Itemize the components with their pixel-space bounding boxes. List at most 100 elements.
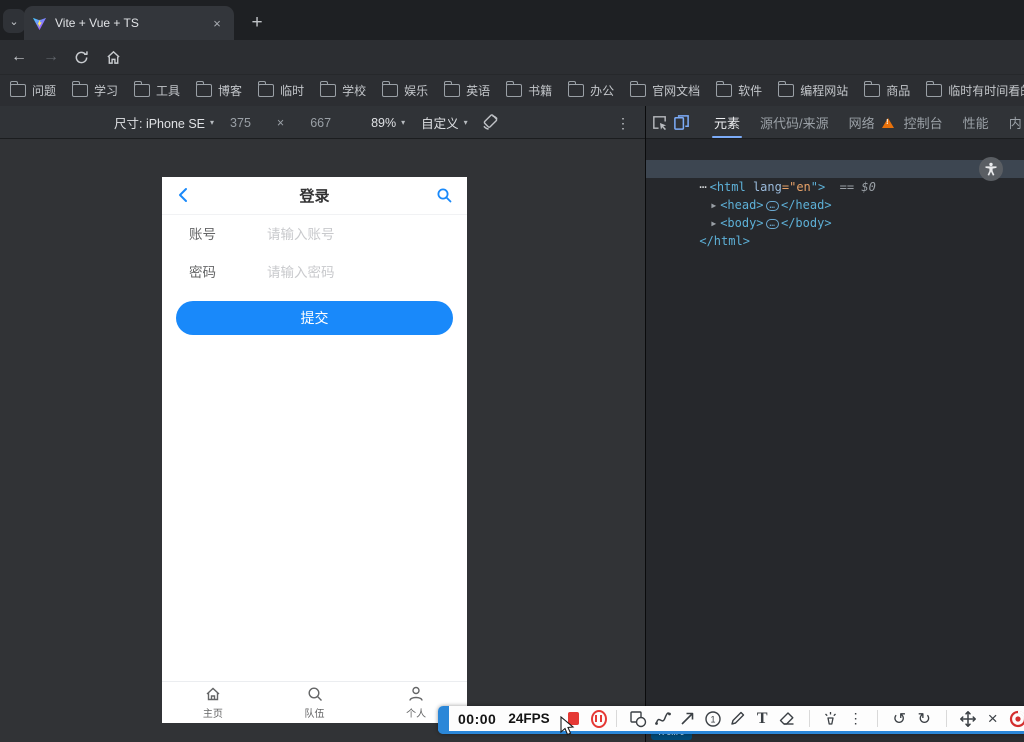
tab-elements[interactable]: 元素 (704, 106, 750, 139)
tree-row-body[interactable]: ▶<body>…</body> (646, 196, 1024, 214)
pause-button[interactable] (591, 710, 607, 728)
warning-icon (882, 118, 894, 128)
divider (946, 710, 947, 727)
screen: ⌄ Vite + Vue + TS × + ← → (0, 0, 1024, 742)
bookmark-folder[interactable]: 问题 (10, 82, 56, 99)
zoom-select[interactable]: 89% (371, 116, 396, 130)
bookmark-folder[interactable]: 书籍 (506, 82, 552, 99)
back-icon[interactable]: ← (6, 44, 32, 70)
text-tool-icon[interactable]: T (753, 708, 772, 730)
step-number-tool-icon[interactable]: 1 (703, 708, 722, 730)
bookmark-folder[interactable]: 娱乐 (382, 82, 428, 99)
rotate-icon[interactable] (482, 114, 499, 131)
tab-label: 队伍 (305, 705, 325, 720)
password-field[interactable]: 密码 请输入密码 (162, 257, 467, 285)
bookmark-label: 商品 (886, 82, 910, 99)
device-width-input[interactable]: 375 (230, 116, 251, 130)
reload-icon[interactable] (68, 44, 94, 70)
device-height-input[interactable]: 667 (310, 116, 331, 130)
folder-icon (320, 84, 336, 97)
laser-pointer-icon[interactable] (821, 708, 840, 730)
tab-console[interactable]: 控制台 (894, 106, 953, 139)
tab-performance[interactable]: 性能 (953, 106, 999, 139)
tab-strip: ⌄ Vite + Vue + TS × + (0, 0, 1024, 40)
password-input-placeholder[interactable]: 请输入密码 (267, 261, 335, 281)
move-toolbar-icon[interactable] (958, 708, 977, 730)
bookmark-folder[interactable]: 学校 (320, 82, 366, 99)
app-tabbar: 主页 队伍 个人 (162, 681, 467, 723)
bookmark-label: 学校 (342, 82, 366, 99)
field-label: 密码 (189, 261, 267, 281)
device-size-select[interactable]: 尺寸: iPhone SE (114, 113, 205, 132)
forward-icon[interactable]: → (38, 44, 64, 70)
tab-network[interactable]: 网络 (839, 106, 877, 139)
bookmark-folder[interactable]: 软件 (716, 82, 762, 99)
tab-memory[interactable]: 内 (999, 106, 1024, 139)
bookmark-folder[interactable]: 临时 (258, 82, 304, 99)
tab-close-icon[interactable]: × (208, 14, 226, 32)
bookmark-folder[interactable]: 办公 (568, 82, 614, 99)
browser-tab[interactable]: Vite + Vue + TS × (24, 6, 234, 40)
freehand-tool-icon[interactable] (653, 708, 672, 730)
shape-tool-icon[interactable] (629, 708, 648, 730)
bookmark-folder[interactable]: 官网文档 (630, 82, 700, 99)
tree-row-html-close[interactable]: </html> (646, 214, 1024, 232)
bookmark-folder[interactable]: 商品 (864, 82, 910, 99)
tab-team[interactable]: 队伍 (264, 682, 366, 723)
pencil-tool-icon[interactable] (728, 708, 747, 730)
devtools-tabbar: 元素 源代码/来源 网络 控制台 性能 内 (645, 106, 1024, 139)
bookmark-folder[interactable]: 英语 (444, 82, 490, 99)
divider (616, 710, 617, 727)
submit-button[interactable]: 提交 (176, 301, 453, 335)
device-toggle-icon[interactable] (673, 110, 690, 136)
screen-recorder-toolbar: 00:00 24FPS 1 (438, 706, 1024, 734)
recording-time: 00:00 (458, 711, 496, 727)
arrow-tool-icon[interactable] (678, 708, 697, 730)
account-input-placeholder[interactable]: 请输入账号 (267, 223, 335, 243)
bookmark-label: 软件 (738, 82, 762, 99)
throttling-select[interactable]: 自定义 (421, 113, 459, 132)
tab-sources[interactable]: 源代码/来源 (750, 106, 839, 139)
bookmark-label: 临时 (280, 82, 304, 99)
field-label: 账号 (189, 223, 267, 243)
divider (809, 710, 810, 727)
bookmark-folder[interactable]: 学习 (72, 82, 118, 99)
search-icon[interactable] (436, 187, 453, 204)
redo-icon[interactable]: ↻ (915, 708, 934, 730)
folder-icon (506, 84, 522, 97)
device-toolbar-more-icon[interactable]: ⋮ (612, 112, 634, 134)
folder-icon (630, 84, 646, 97)
inspect-element-icon[interactable] (651, 110, 668, 136)
html-close-tag: </html> (699, 234, 750, 248)
tree-row-doctype[interactable]: <!DOCTYPE html> (646, 142, 1024, 160)
bookmark-folder[interactable]: 临时有时间看的 (926, 82, 1024, 99)
folder-icon (778, 84, 794, 97)
more-tools-icon[interactable]: ⋮ (846, 708, 865, 730)
bookmark-label: 博客 (218, 82, 242, 99)
back-chevron-icon[interactable] (176, 187, 192, 203)
bookmark-folder[interactable]: 工具 (134, 82, 180, 99)
folder-icon (72, 84, 88, 97)
eraser-tool-icon[interactable] (778, 708, 797, 730)
undo-icon[interactable]: ↺ (890, 708, 909, 730)
tree-row-html[interactable]: ⋯<html lang="en"> == $0 (646, 160, 1024, 178)
home-icon[interactable] (100, 44, 126, 70)
new-tab-button[interactable]: + (244, 10, 270, 36)
bookmark-folder[interactable]: 博客 (196, 82, 242, 99)
bookmark-folder[interactable]: 编程网站 (778, 82, 848, 99)
svg-text:1: 1 (710, 714, 715, 724)
tab-home[interactable]: 主页 (162, 682, 264, 723)
app-navbar: 登录 (162, 177, 467, 215)
close-recorder-icon[interactable]: × (983, 708, 1002, 730)
folder-icon (568, 84, 584, 97)
drag-handle[interactable] (438, 706, 449, 734)
tab-title: Vite + Vue + TS (55, 16, 208, 30)
mobile-viewport: 登录 账号 请输入账号 密码 请输入密码 提交 主页 (162, 177, 467, 723)
bookmark-label: 学习 (94, 82, 118, 99)
record-icon[interactable] (1008, 708, 1024, 730)
tab-search-button[interactable]: ⌄ (3, 9, 25, 33)
folder-icon (10, 84, 26, 97)
device-emulation-area: 登录 账号 请输入账号 密码 请输入密码 提交 主页 (0, 139, 645, 742)
account-field[interactable]: 账号 请输入账号 (162, 219, 467, 247)
tree-row-head[interactable]: ▶<head>…</head> (646, 178, 1024, 196)
